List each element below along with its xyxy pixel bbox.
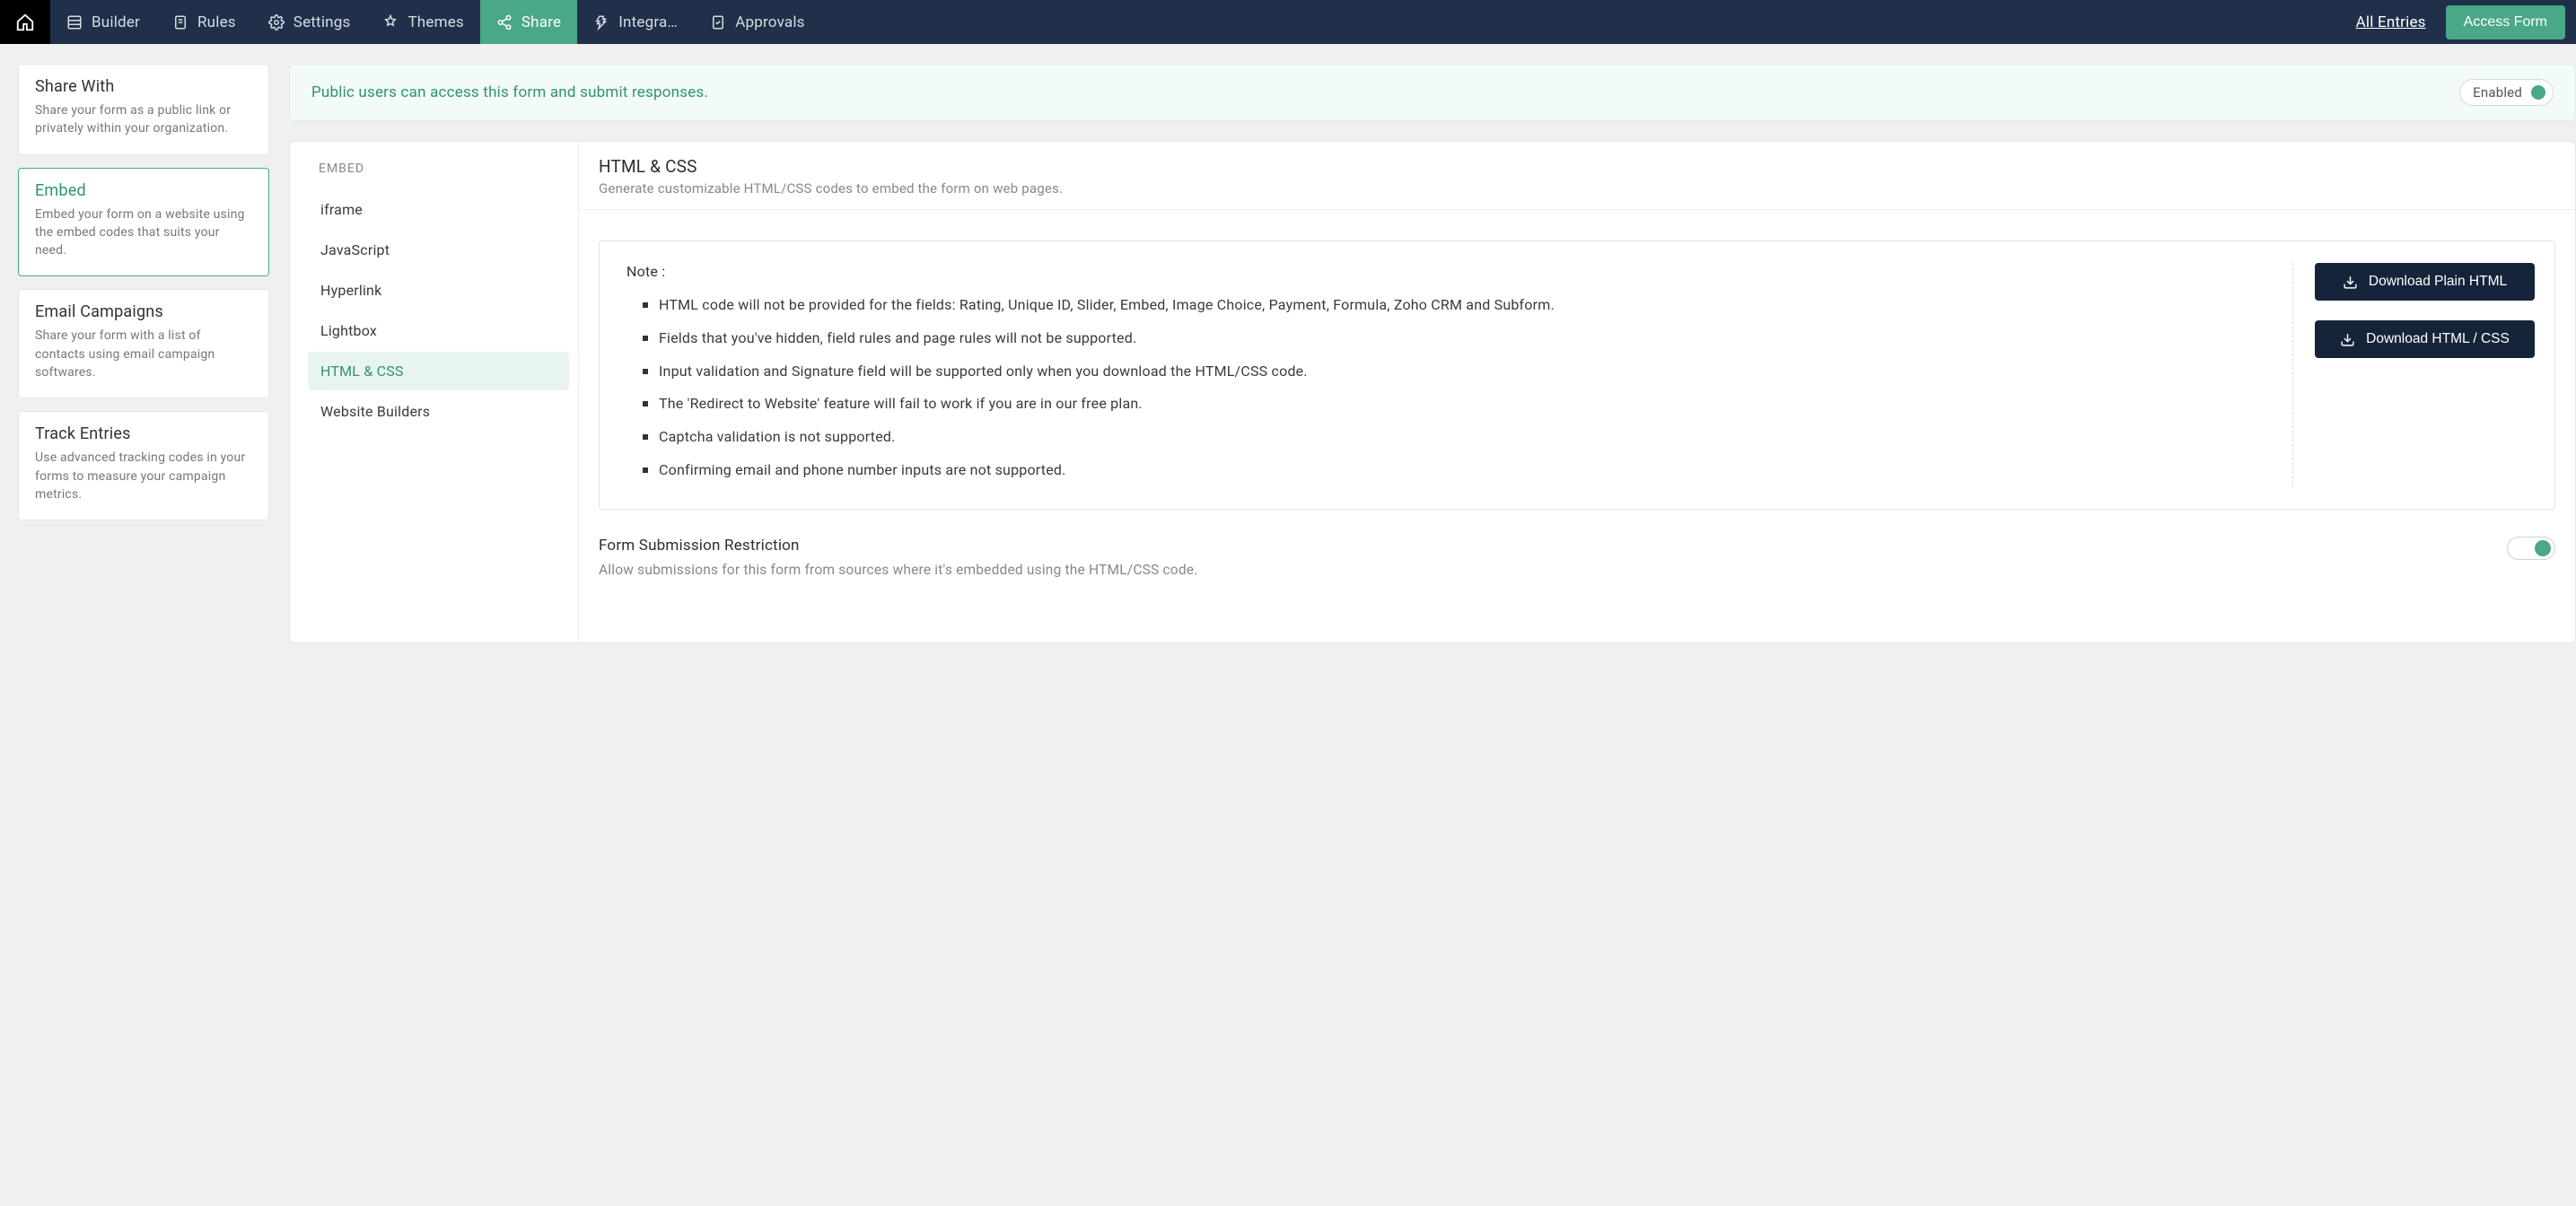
embed-detail: HTML & CSS Generate customizable HTML/CS… — [579, 142, 2575, 642]
note-item: HTML code will not be provided for the f… — [659, 289, 2274, 322]
rules-icon — [172, 14, 188, 31]
access-form-button[interactable]: Access Form — [2446, 5, 2565, 39]
detail-header: HTML & CSS Generate customizable HTML/CS… — [579, 142, 2575, 210]
page-body: Share With Share your form as a public l… — [0, 44, 2576, 643]
restriction-desc: Allow submissions for this form from sou… — [599, 562, 2471, 578]
subnav-item-hyperlink[interactable]: Hyperlink — [308, 271, 569, 310]
nav-right: All Entries Access Form — [2345, 0, 2576, 44]
restriction-title: Form Submission Restriction — [599, 537, 2471, 555]
access-status-pill[interactable]: Enabled — [2459, 79, 2554, 106]
download-label: Download HTML / CSS — [2366, 331, 2510, 347]
home-icon — [15, 13, 35, 32]
download-plain-html-button[interactable]: Download Plain HTML — [2315, 263, 2535, 301]
sidebar-card-title: Track Entries — [35, 424, 252, 443]
main-area: Public users can access this form and su… — [289, 64, 2576, 643]
subnav-item-website-builders[interactable]: Website Builders — [308, 392, 569, 431]
all-entries-link[interactable]: All Entries — [2356, 13, 2426, 31]
note-list: HTML code will not be provided for the f… — [626, 289, 2274, 487]
embed-subnav-header: EMBED — [319, 162, 569, 176]
sidebar-card-track-entries[interactable]: Track Entries Use advanced tracking code… — [18, 411, 269, 520]
nav-tabs: Builder Rules Settings Themes Share Inte… — [50, 0, 2345, 44]
sidebar-card-title: Email Campaigns — [35, 302, 252, 321]
tab-label: Themes — [407, 13, 463, 31]
tab-settings[interactable]: Settings — [252, 0, 367, 44]
note-item: Captcha validation is not supported. — [659, 421, 2274, 454]
download-actions: Download Plain HTML Download HTML / CSS — [2292, 263, 2535, 487]
form-submission-restriction: Form Submission Restriction Allow submis… — [599, 537, 2555, 578]
tab-label: Settings — [294, 13, 351, 31]
download-label: Download Plain HTML — [2369, 274, 2507, 290]
embed-subnav: EMBED iframe JavaScript Hyperlink Lightb… — [290, 142, 579, 642]
tab-label: Builder — [92, 13, 140, 31]
tab-approvals[interactable]: Approvals — [694, 0, 820, 44]
sidebar-card-desc: Share your form as a public link or priv… — [35, 101, 252, 138]
download-html-css-button[interactable]: Download HTML / CSS — [2315, 320, 2535, 358]
settings-icon — [268, 14, 285, 31]
note-item: Input validation and Signature field wil… — [659, 355, 2274, 389]
tab-builder[interactable]: Builder — [50, 0, 156, 44]
approvals-icon — [710, 14, 726, 31]
sidebar-card-email-campaigns[interactable]: Email Campaigns Share your form with a l… — [18, 289, 269, 398]
themes-icon — [382, 14, 399, 31]
sidebar-card-embed[interactable]: Embed Embed your form on a website using… — [18, 168, 269, 277]
sidebar-card-share-with[interactable]: Share With Share your form as a public l… — [18, 64, 269, 155]
sidebar-card-desc: Use advanced tracking codes in your form… — [35, 449, 252, 503]
tab-label: Share — [521, 13, 561, 31]
subnav-item-iframe[interactable]: iframe — [308, 190, 569, 229]
tab-integrations[interactable]: Integrati... — [577, 0, 694, 44]
home-button[interactable] — [0, 0, 50, 44]
note-content: Note : HTML code will not be provided fo… — [626, 263, 2274, 487]
embed-content-card: EMBED iframe JavaScript Hyperlink Lightb… — [289, 141, 2576, 643]
tab-share[interactable]: Share — [480, 0, 577, 44]
share-sidebar: Share With Share your form as a public l… — [18, 64, 269, 520]
sidebar-card-desc: Embed your form on a website using the e… — [35, 205, 252, 260]
detail-body: Note : HTML code will not be provided fo… — [579, 210, 2575, 598]
sidebar-card-title: Share With — [35, 77, 252, 96]
note-item: The 'Redirect to Website' feature will f… — [659, 388, 2274, 421]
detail-title: HTML & CSS — [599, 156, 2555, 177]
status-dot-icon — [2531, 85, 2545, 100]
note-item: Confirming email and phone number inputs… — [659, 454, 2274, 487]
tab-label: Approvals — [735, 13, 804, 31]
subnav-item-html-css[interactable]: HTML & CSS — [308, 352, 569, 390]
detail-subtitle: Generate customizable HTML/CSS codes to … — [599, 180, 2555, 197]
access-status-text: Public users can access this form and su… — [311, 83, 708, 101]
note-box: Note : HTML code will not be provided fo… — [599, 240, 2555, 510]
restriction-text: Form Submission Restriction Allow submis… — [599, 537, 2471, 578]
sidebar-card-desc: Share your form with a list of contacts … — [35, 327, 252, 381]
tab-themes[interactable]: Themes — [366, 0, 479, 44]
tab-rules[interactable]: Rules — [156, 0, 252, 44]
subnav-item-javascript[interactable]: JavaScript — [308, 231, 569, 269]
note-label: Note : — [626, 263, 2274, 280]
top-nav: Builder Rules Settings Themes Share Inte… — [0, 0, 2576, 44]
tab-label: Rules — [197, 13, 236, 31]
subnav-item-lightbox[interactable]: Lightbox — [308, 311, 569, 350]
tab-label: Integrati... — [618, 13, 678, 31]
builder-icon — [66, 14, 83, 31]
share-icon — [496, 14, 513, 31]
access-status-bar: Public users can access this form and su… — [289, 64, 2576, 121]
toggle-knob-icon — [2535, 540, 2551, 556]
note-item: Fields that you've hidden, field rules a… — [659, 322, 2274, 355]
download-icon — [2340, 332, 2355, 347]
integrations-icon — [593, 14, 609, 31]
restriction-toggle[interactable] — [2507, 537, 2555, 560]
sidebar-card-title: Embed — [35, 181, 252, 200]
access-status-label: Enabled — [2473, 84, 2522, 100]
download-icon — [2343, 275, 2358, 290]
